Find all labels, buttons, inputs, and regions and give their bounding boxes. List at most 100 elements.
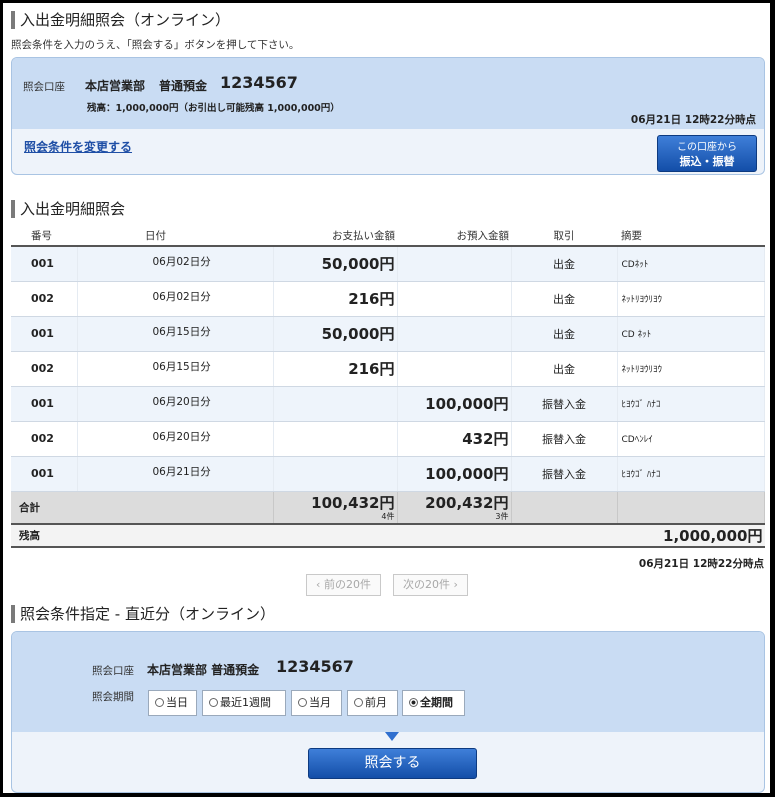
row-kind: 出金 xyxy=(511,246,618,282)
radio-icon xyxy=(209,698,218,707)
radio-icon xyxy=(354,698,363,707)
arrow-down-icon xyxy=(385,732,399,741)
table-row: 001 06月15日分 50,000円 出金 CD ﾈｯﾄ xyxy=(11,316,765,352)
transfer-button-line2: 振込・振替 xyxy=(679,155,735,168)
row-no: 001 xyxy=(11,386,78,422)
total-row: 合計 100,432円 4件 200,432円 3件 xyxy=(11,491,765,525)
row-no: 002 xyxy=(11,351,78,387)
row-memo: ﾈｯﾄﾘﾖｳﾘﾖｳ xyxy=(617,281,765,317)
account-as-of: 06月21日 12時22分時点 xyxy=(630,114,756,126)
cond-account-value: 本店営業部 普通預金 xyxy=(147,663,260,677)
table-row: 001 06月20日分 100,000円 振替入金 ﾋﾖｳｺﾞ ﾊﾅｺ xyxy=(11,386,765,422)
balance-row: 残高 1,000,000円 xyxy=(11,523,765,548)
period-label-all: 全期間 xyxy=(420,696,453,709)
chevron-left-icon: ‹ xyxy=(316,578,324,591)
account-summary-header: 照会口座 本店営業部 普通預金 1234567 残高：1,000,000円（お引… xyxy=(12,58,764,129)
row-no: 002 xyxy=(11,421,78,457)
transactions-table: 番号 日付 お支払い金額 お預入金額 取引 摘要 001 06月02日分 50,… xyxy=(11,226,765,548)
row-no: 001 xyxy=(11,456,78,492)
period-radio-week[interactable]: 最近1週間 xyxy=(202,690,286,716)
row-memo: ﾋﾖｳｺﾞ ﾊﾅｺ xyxy=(617,456,765,492)
cond-account-label: 照会口座 xyxy=(92,665,134,677)
row-deposit: 432円 xyxy=(397,421,512,457)
prev-page-button[interactable]: ‹ 前の20件 xyxy=(306,574,381,596)
radio-selected-icon xyxy=(409,698,418,707)
row-kind: 出金 xyxy=(511,281,618,317)
row-no: 002 xyxy=(11,281,78,317)
period-label-this-month: 当月 xyxy=(309,696,331,709)
table-header-row: 番号 日付 お支払い金額 お預入金額 取引 摘要 xyxy=(11,226,765,247)
row-deposit xyxy=(397,281,512,317)
total-memo-empty xyxy=(617,491,765,525)
period-radio-this-month[interactable]: 当月 xyxy=(291,690,342,716)
total-deposit: 200,432円 xyxy=(425,494,509,513)
row-kind: 出金 xyxy=(511,316,618,352)
account-summary-box: 照会口座 本店営業部 普通預金 1234567 残高：1,000,000円（お引… xyxy=(11,57,765,175)
chevron-right-icon: › xyxy=(450,578,458,591)
row-deposit xyxy=(397,351,512,387)
period-radio-all[interactable]: 全期間 xyxy=(402,690,465,716)
row-memo: CDﾈｯﾄ xyxy=(617,246,765,282)
total-label: 合計 xyxy=(11,491,274,525)
row-payment xyxy=(273,386,398,422)
period-label-week: 最近1週間 xyxy=(220,696,271,709)
detail-section-title: 入出金明細照会 xyxy=(11,200,125,218)
row-deposit xyxy=(397,246,512,282)
condition-section-title: 照会条件指定 - 直近分（オンライン） xyxy=(11,605,275,623)
detail-as-of: 06月21日 12時22分時点 xyxy=(638,558,764,570)
table-row: 001 06月02日分 50,000円 出金 CDﾈｯﾄ xyxy=(11,246,765,282)
account-branch: 本店営業部 xyxy=(85,79,146,93)
row-date: 06月20日分 xyxy=(77,386,274,422)
row-date: 06月15日分 xyxy=(77,351,274,387)
next-page-button[interactable]: 次の20件 › xyxy=(393,574,468,596)
period-label: 照会期間 xyxy=(92,691,134,703)
row-kind: 振替入金 xyxy=(511,456,618,492)
table-row: 002 06月20日分 432円 振替入金 CDﾍﾝﾚｲ xyxy=(11,421,765,457)
account-number: 1234567 xyxy=(220,73,298,92)
row-no: 001 xyxy=(11,246,78,282)
row-memo: CDﾍﾝﾚｲ xyxy=(617,421,765,457)
col-header-date: 日付 xyxy=(77,226,273,247)
account-balance: 残高：1,000,000円（お引出し可能残高 1,000,000円） xyxy=(87,103,340,114)
balance-value: 1,000,000円 xyxy=(273,523,765,548)
total-payment-count: 4件 xyxy=(381,512,395,522)
row-no: 001 xyxy=(11,316,78,352)
row-kind: 振替入金 xyxy=(511,386,618,422)
row-payment: 50,000円 xyxy=(273,246,398,282)
period-label-today: 当日 xyxy=(166,696,188,709)
instruction-text: 照会条件を入力のうえ、「照会する」ボタンを押して下さい。 xyxy=(11,39,300,51)
condition-box: 照会口座 本店営業部 普通預金 1234567 照会期間 当日 最近1週間 当月… xyxy=(11,631,765,793)
total-kind-empty xyxy=(511,491,618,525)
row-payment: 216円 xyxy=(273,281,398,317)
total-payment-cell: 100,432円 4件 xyxy=(273,491,398,525)
row-deposit xyxy=(397,316,512,352)
row-date: 06月20日分 xyxy=(77,421,274,457)
row-date: 06月15日分 xyxy=(77,316,274,352)
col-header-payment: お支払い金額 xyxy=(273,226,397,247)
page: 入出金明細照会（オンライン） 照会条件を入力のうえ、「照会する」ボタンを押して下… xyxy=(3,3,770,793)
total-deposit-cell: 200,432円 3件 xyxy=(397,491,512,525)
col-header-deposit: お預入金額 xyxy=(397,226,511,247)
period-label-last-month: 前月 xyxy=(365,696,387,709)
row-payment xyxy=(273,421,398,457)
balance-label: 残高 xyxy=(11,523,273,548)
row-memo: ﾈｯﾄﾘﾖｳﾘﾖｳ xyxy=(617,351,765,387)
row-memo: ﾋﾖｳｺﾞ ﾊﾅｺ xyxy=(617,386,765,422)
transfer-button[interactable]: この口座から 振込・振替 xyxy=(657,135,757,172)
total-payment: 100,432円 xyxy=(311,494,395,513)
row-kind: 振替入金 xyxy=(511,421,618,457)
cond-account-number: 1234567 xyxy=(276,657,354,676)
next-page-label: 次の20件 xyxy=(403,578,451,591)
period-radio-today[interactable]: 当日 xyxy=(148,690,197,716)
total-deposit-count: 3件 xyxy=(495,512,509,522)
radio-icon xyxy=(298,698,307,707)
submit-button[interactable]: 照会する xyxy=(308,748,477,779)
period-radio-last-month[interactable]: 前月 xyxy=(347,690,398,716)
change-condition-link[interactable]: 照会条件を変更する xyxy=(24,138,132,155)
radio-icon xyxy=(155,698,164,707)
account-label: 照会口座 xyxy=(23,81,65,93)
row-memo: CD ﾈｯﾄ xyxy=(617,316,765,352)
col-header-memo: 摘要 xyxy=(617,226,765,247)
col-header-kind: 取引 xyxy=(511,226,617,247)
table-row: 002 06月15日分 216円 出金 ﾈｯﾄﾘﾖｳﾘﾖｳ xyxy=(11,351,765,387)
